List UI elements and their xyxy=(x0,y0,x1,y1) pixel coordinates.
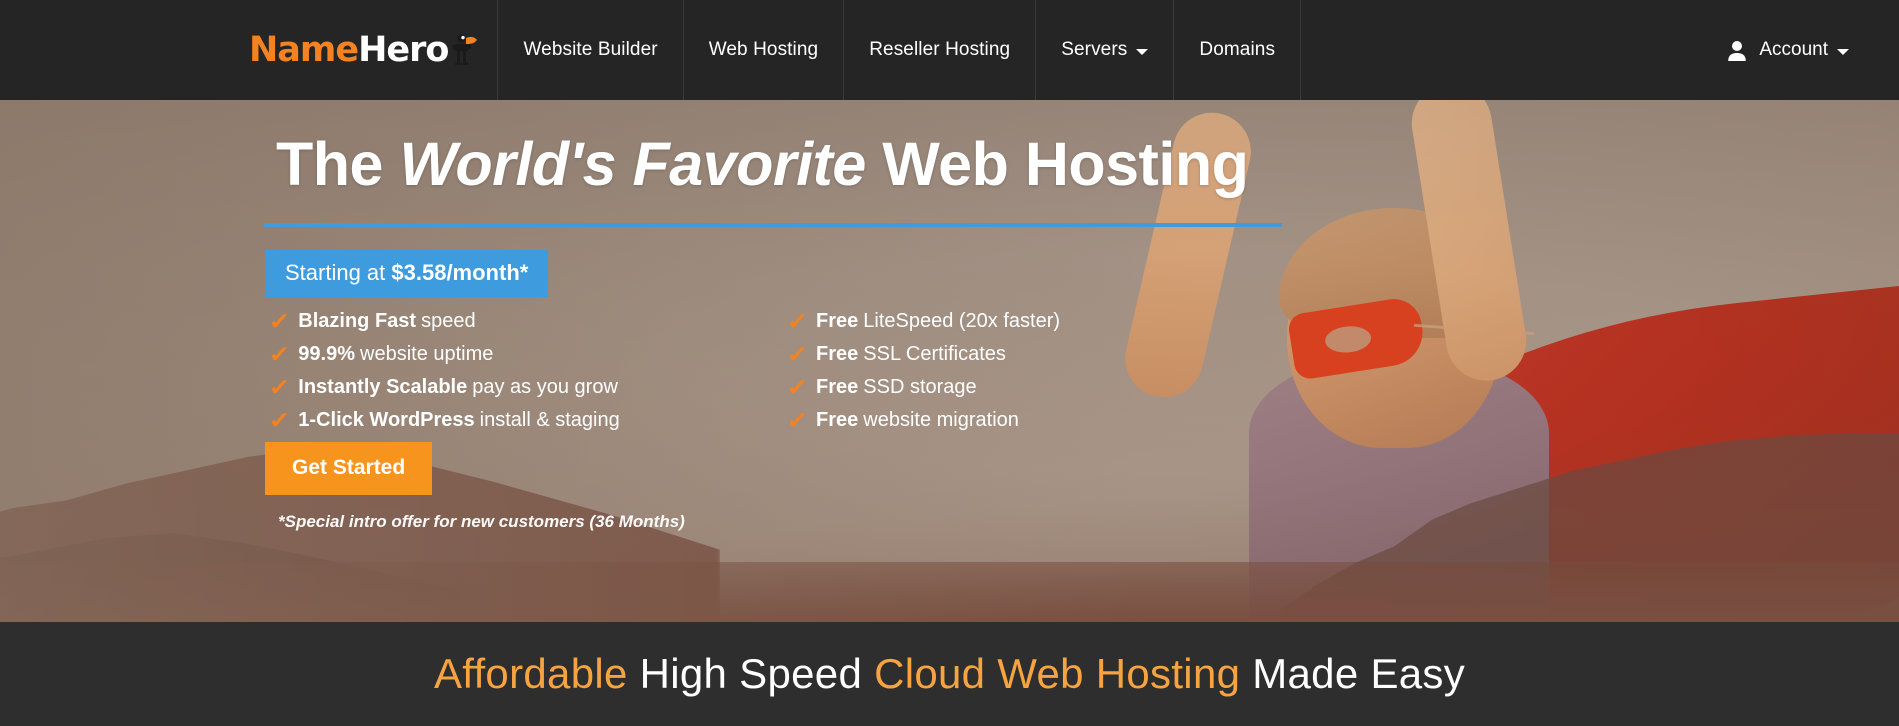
nav-item-website-builder[interactable]: Website Builder xyxy=(498,0,684,100)
user-icon xyxy=(1727,40,1747,61)
feature-bold: Instantly Scalable xyxy=(298,376,468,398)
feature-rest: website migration xyxy=(863,409,1019,431)
top-navigation-bar: NameHero Website Builder Web Hosting Res… xyxy=(0,0,1899,100)
feature-item: ✓ Free LiteSpeed (20x faster) xyxy=(786,308,1061,335)
check-icon: ✓ xyxy=(268,341,291,367)
feature-lists: ✓ Blazing Fast speed ✓ 99.9% website upt… xyxy=(268,308,1061,434)
hero-section: The World's Favorite Web Hosting Startin… xyxy=(0,100,1899,622)
logo-hero-text: Hero xyxy=(358,29,449,70)
nav-item-domains[interactable]: Domains xyxy=(1174,0,1302,100)
chevron-down-icon xyxy=(1136,49,1149,55)
hero-content: The World's Favorite Web Hosting Startin… xyxy=(0,100,1899,622)
tagline-part-affordable: Affordable xyxy=(433,650,628,697)
headline-divider xyxy=(264,223,1282,227)
check-icon: ✓ xyxy=(786,308,809,334)
headline-part-before: The xyxy=(276,130,400,198)
tagline-part-madeeasy: Made Easy xyxy=(1240,650,1466,697)
feature-rest: SSD storage xyxy=(863,376,977,398)
feature-list-left: ✓ Blazing Fast speed ✓ 99.9% website upt… xyxy=(268,308,620,434)
feature-bold: 99.9% xyxy=(298,343,355,365)
feature-rest: SSL Certificates xyxy=(863,343,1006,365)
account-menu-button[interactable]: Account xyxy=(1727,39,1849,61)
headline-part-after: Web Hosting xyxy=(865,130,1249,198)
feature-rest: website uptime xyxy=(360,343,494,365)
price-badge-amount: $3.58/month* xyxy=(391,260,529,285)
feature-rest: pay as you grow xyxy=(472,376,618,398)
check-icon: ✓ xyxy=(268,407,291,433)
superhero-mascot-icon xyxy=(449,33,479,67)
offer-disclaimer: *Special intro offer for new customers (… xyxy=(278,512,685,531)
nav-item-label: Web Hosting xyxy=(708,39,819,60)
tagline-part-cloud: Cloud Web Hosting xyxy=(874,650,1241,697)
logo-name-text: Name xyxy=(249,29,359,70)
check-icon: ✓ xyxy=(786,374,809,400)
logo-wordmark: NameHero xyxy=(249,29,449,70)
feature-bold: Blazing Fast xyxy=(298,310,417,332)
price-badge-prefix: Starting at xyxy=(285,260,392,285)
chevron-down-icon xyxy=(1837,49,1849,55)
get-started-button[interactable]: Get Started xyxy=(265,442,433,495)
page-root: NameHero Website Builder Web Hosting Res… xyxy=(0,0,1899,726)
feature-item: ✓ Free SSD storage xyxy=(786,374,1060,401)
feature-item: ✓ Blazing Fast speed xyxy=(268,308,620,335)
feature-rest: LiteSpeed (20x faster) xyxy=(863,310,1061,332)
feature-item: ✓ 1-Click WordPress install & staging xyxy=(268,407,620,434)
nav-item-label: Website Builder xyxy=(523,39,658,60)
feature-rest: speed xyxy=(421,310,476,332)
account-label: Account xyxy=(1759,39,1828,60)
feature-item: ✓ Instantly Scalable pay as you grow xyxy=(268,374,620,401)
feature-rest: install & staging xyxy=(479,409,620,431)
feature-bold: Free xyxy=(816,376,859,398)
nav-left-group: NameHero Website Builder Web Hosting Res… xyxy=(249,0,1302,100)
nav-item-servers[interactable]: Servers xyxy=(1036,0,1175,100)
feature-bold: Free xyxy=(816,310,859,332)
check-icon: ✓ xyxy=(268,374,291,400)
tagline-part-highspeed: High Speed xyxy=(627,650,875,697)
feature-item: ✓ Free SSL Certificates xyxy=(786,341,1060,368)
bottom-tagline-bar: Affordable High Speed Cloud Web Hosting … xyxy=(0,622,1899,726)
site-logo[interactable]: NameHero xyxy=(249,0,499,100)
feature-list-right: ✓ Free LiteSpeed (20x faster) ✓ Free SSL… xyxy=(786,308,1061,434)
check-icon: ✓ xyxy=(786,341,809,367)
tagline-text: Affordable High Speed Cloud Web Hosting … xyxy=(434,650,1465,698)
nav-right-group: Account xyxy=(1727,0,1899,100)
headline-emphasis: World's Favorite xyxy=(399,130,866,198)
nav-item-label: Reseller Hosting xyxy=(869,39,1011,60)
nav-item-label: Servers xyxy=(1061,39,1128,60)
feature-bold: Free xyxy=(816,343,859,365)
feature-item: ✓ Free website migration xyxy=(786,407,1060,434)
check-icon: ✓ xyxy=(268,308,291,334)
hero-headline: The World's Favorite Web Hosting xyxy=(276,130,1249,198)
feature-item: ✓ 99.9% website uptime xyxy=(268,341,620,368)
nav-item-label: Domains xyxy=(1199,39,1276,60)
nav-item-web-hosting[interactable]: Web Hosting xyxy=(684,0,845,100)
feature-bold: Free xyxy=(816,409,859,431)
price-badge: Starting at $3.58/month* xyxy=(265,250,549,297)
feature-bold: 1-Click WordPress xyxy=(298,409,475,431)
check-icon: ✓ xyxy=(786,407,809,433)
nav-item-reseller-hosting[interactable]: Reseller Hosting xyxy=(844,0,1037,100)
